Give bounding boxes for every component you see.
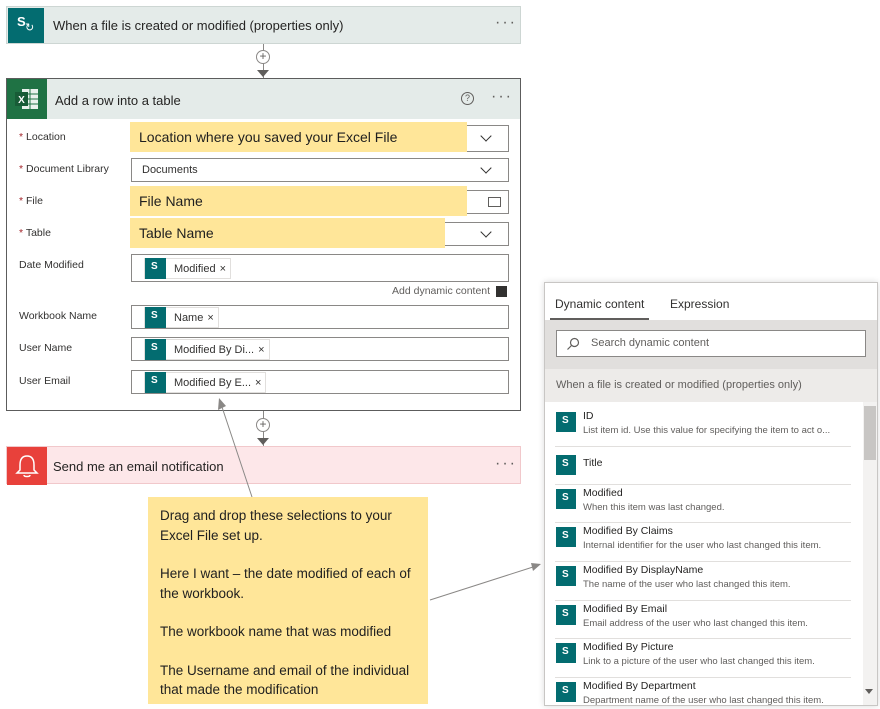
- sharepoint-icon: S: [556, 566, 576, 586]
- dynamic-item-title: Modified By Email: [583, 603, 668, 615]
- tab-dynamic-content[interactable]: Dynamic content: [555, 297, 644, 311]
- group-header[interactable]: When a file is created or modified (prop…: [545, 369, 877, 402]
- dynamic-item-title: Modified By DisplayName: [583, 564, 704, 576]
- dynamic-content-item[interactable]: S Title: [555, 447, 851, 485]
- sharepoint-icon: S: [556, 643, 576, 663]
- sharepoint-icon: S: [556, 412, 576, 432]
- dynamic-item-title: Title: [583, 457, 603, 469]
- dynamic-item-description: Department name of the user who last cha…: [583, 695, 824, 706]
- dynamic-content-item[interactable]: S Modified By DisplayName The name of the …: [555, 562, 851, 601]
- sharepoint-icon: S: [556, 605, 576, 625]
- note-paragraph: The workbook name that was modified: [160, 624, 392, 639]
- dynamic-item-title: ID: [583, 410, 594, 422]
- dynamic-item-title: Modified By Claims: [583, 525, 673, 537]
- search-placeholder: Search dynamic content: [591, 337, 710, 349]
- scrollbar-thumb[interactable]: [864, 406, 876, 460]
- dynamic-item-title: Modified By Department: [583, 680, 696, 692]
- dynamic-item-description: Email address of the user who last chang…: [583, 618, 808, 629]
- search-band: Search dynamic content: [545, 320, 877, 369]
- note-paragraph: The Username and email of the individual…: [160, 662, 410, 698]
- scroll-down-icon[interactable]: [865, 689, 873, 694]
- dynamic-content-item[interactable]: S Modified By Department Department name o…: [555, 678, 851, 706]
- search-icon: [567, 337, 580, 350]
- tab-expression[interactable]: Expression: [670, 297, 729, 311]
- dynamic-item-description: The name of the user who last changed th…: [583, 579, 791, 590]
- search-input[interactable]: Search dynamic content: [556, 330, 866, 357]
- sharepoint-icon: S: [556, 682, 576, 702]
- dynamic-content-item[interactable]: S Modified By Picture Link to a picture of…: [555, 639, 851, 678]
- dynamic-item-title: Modified By Picture: [583, 641, 674, 653]
- dynamic-content-item[interactable]: S ID List item id. Use this value for spec…: [555, 408, 851, 447]
- dynamic-item-description: Link to a picture of the user who last c…: [583, 656, 815, 667]
- dynamic-item-title: Modified: [583, 487, 623, 499]
- dynamic-content-panel: Dynamic content Expression Search dynami…: [544, 282, 878, 706]
- sharepoint-icon: S: [556, 527, 576, 547]
- sharepoint-icon: S: [556, 489, 576, 509]
- dynamic-item-description: List item id. Use this value for specify…: [583, 425, 831, 436]
- dynamic-content-item[interactable]: S Modified When this item was last changed…: [555, 485, 851, 523]
- dynamic-content-item[interactable]: S Modified By Claims Internal identifier f…: [555, 523, 851, 562]
- dynamic-content-item[interactable]: S Modified By Email Email address of the u…: [555, 601, 851, 639]
- sharepoint-icon: S: [556, 455, 576, 475]
- note-paragraph: Drag and drop these selections to your E…: [160, 508, 392, 543]
- instruction-note: Drag and drop these selections to your E…: [148, 497, 428, 704]
- dynamic-item-description: When this item was last changed.: [583, 502, 725, 513]
- dynamic-item-description: Internal identifier for the user who las…: [583, 540, 822, 551]
- note-paragraph: Here I want – the date modified of each …: [160, 566, 411, 601]
- panel-tabs: Dynamic content Expression: [545, 283, 877, 320]
